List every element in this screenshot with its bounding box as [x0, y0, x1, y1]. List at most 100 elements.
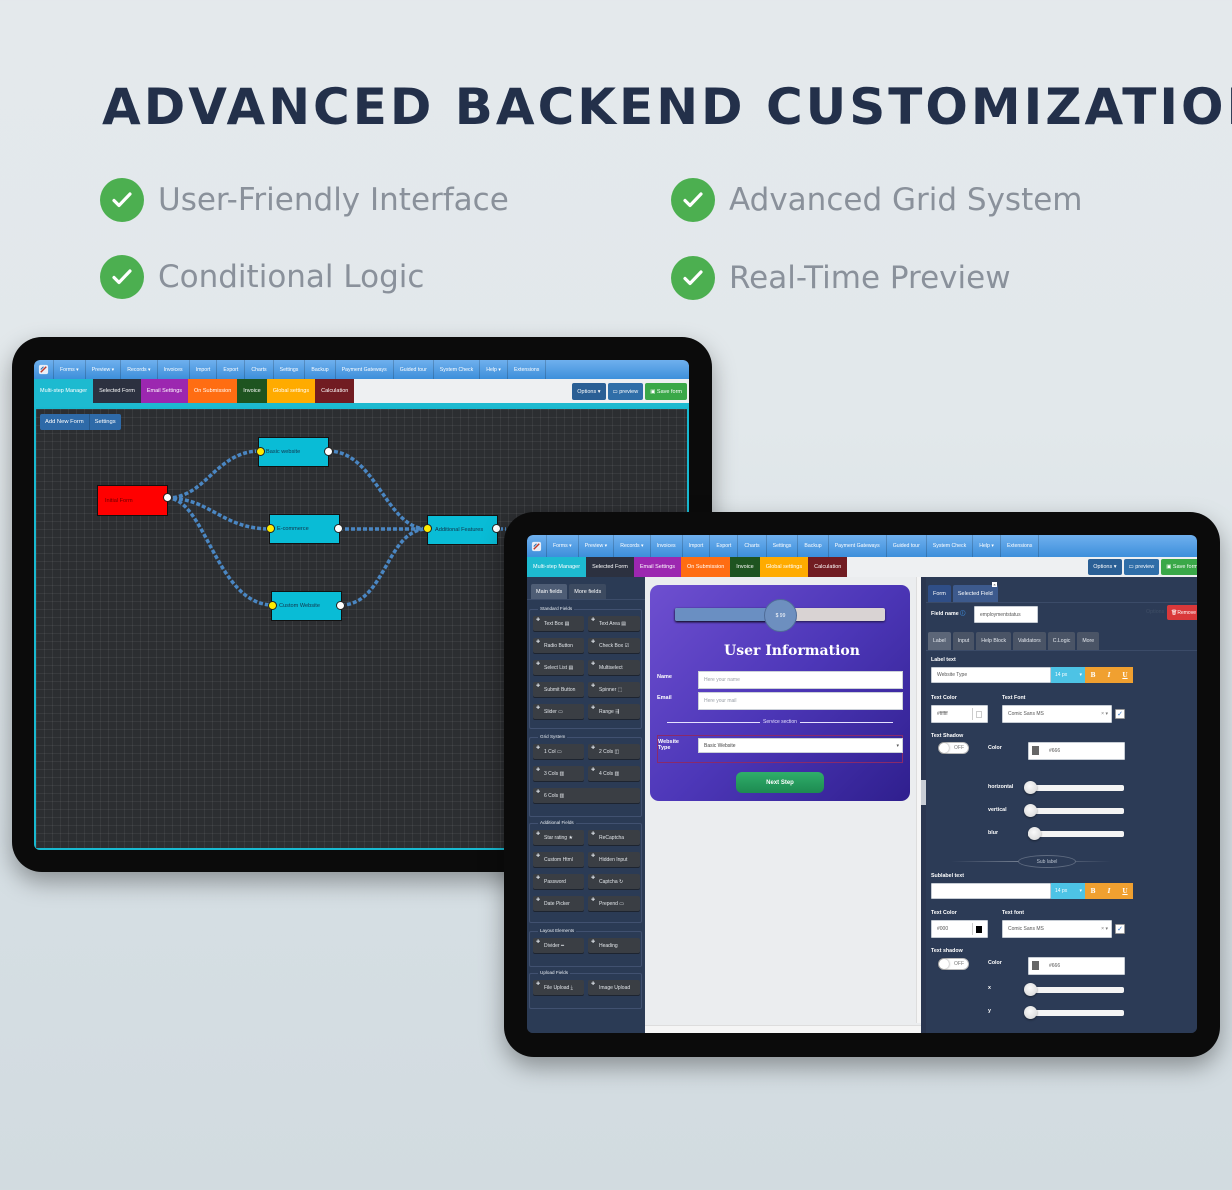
node-output-port[interactable]	[336, 601, 345, 610]
tab-c-logic[interactable]: C.Logic	[1047, 632, 1076, 650]
website-type-select[interactable]: Basic Website ▾	[698, 738, 903, 753]
tab-selected-form[interactable]: Selected Form	[93, 379, 141, 403]
nav-help[interactable]: Help ▾	[480, 360, 508, 379]
node-input-port[interactable]	[268, 601, 277, 610]
sub-font-checkbox[interactable]: ✓	[1115, 924, 1125, 934]
tab-calculation[interactable]: Calculation	[315, 379, 355, 403]
tab-invoice[interactable]: Invoice	[730, 557, 760, 577]
label-text-input[interactable]: Website Type	[931, 667, 1051, 683]
nav-charts[interactable]: Charts	[738, 535, 767, 557]
nav-import[interactable]: Import	[190, 360, 218, 379]
nav-export[interactable]: Export	[710, 535, 739, 557]
field-check-box[interactable]: Check Box ☑	[588, 638, 640, 653]
sub-underline-button[interactable]: U	[1117, 883, 1133, 899]
y-slider[interactable]	[1028, 1010, 1124, 1016]
field-divider[interactable]: Divider ━	[533, 938, 584, 953]
grid-2-cols[interactable]: 2 Cols ◫	[588, 744, 640, 759]
node-output-port[interactable]	[492, 524, 501, 533]
tab-on-submission[interactable]: On Submission	[188, 379, 238, 403]
field-date-picker[interactable]: Date Picker	[533, 896, 584, 911]
shadow-color-input[interactable]: #666	[1028, 742, 1125, 760]
nav-records[interactable]: Records ▾	[614, 535, 651, 557]
field-password[interactable]: Password	[533, 874, 584, 889]
node-e-commerce[interactable]: E-commerce	[269, 514, 340, 544]
node-output-port[interactable]	[324, 447, 333, 456]
nav-guided-tour[interactable]: Guided tour	[887, 535, 927, 557]
field-recaptcha[interactable]: ReCaptcha	[588, 830, 640, 845]
field-heading[interactable]: Heading	[588, 938, 640, 953]
app-logo[interactable]	[34, 360, 54, 379]
nav-records[interactable]: Records ▾	[121, 360, 158, 379]
field-submit-button[interactable]: Submit Button	[533, 682, 584, 697]
tab-on-submission[interactable]: On Submission	[681, 557, 731, 577]
nav-forms[interactable]: Forms ▾	[547, 535, 579, 557]
field-name-input[interactable]: employmentstatus	[974, 606, 1038, 623]
tab-help-block[interactable]: Help Block	[976, 632, 1012, 650]
options-button[interactable]: Options ▾	[1088, 559, 1122, 575]
name-input[interactable]: Here your name	[698, 671, 903, 689]
tab-more-fields[interactable]: More fields	[569, 584, 607, 599]
color-swatch[interactable]	[1032, 746, 1039, 755]
tab-selected-field[interactable]: Selected Field	[952, 585, 998, 602]
nav-preview[interactable]: Preview ▾	[579, 535, 615, 557]
text-shadow-toggle[interactable]: OFF	[938, 742, 969, 754]
nav-extensions[interactable]: Extensions	[508, 360, 547, 379]
nav-system-check[interactable]: System Check	[434, 360, 481, 379]
tab-form[interactable]: Form	[928, 585, 951, 602]
nav-payment-gateways[interactable]: Payment Gateways	[336, 360, 394, 379]
field-select-list[interactable]: Select List ▤	[533, 660, 584, 675]
horizontal-slider-knob[interactable]	[1024, 781, 1037, 794]
price-slider-knob[interactable]: $ 99	[764, 599, 797, 632]
node-output-port[interactable]	[334, 524, 343, 533]
email-input[interactable]: Here your mail	[698, 692, 903, 710]
tab-main-fields[interactable]: Main fields	[531, 584, 568, 599]
text-font-select[interactable]: Comic Sans MS × ▾	[1002, 705, 1112, 723]
node-custom-website[interactable]: Custom Website	[271, 591, 342, 621]
nav-payment-gateways[interactable]: Payment Gateways	[829, 535, 887, 557]
font-size-select[interactable]: 14 px ▾	[1051, 667, 1085, 683]
tab-email-settings[interactable]: Email Settings	[140, 379, 188, 403]
sub-font-size-select[interactable]: 14 px ▾	[1051, 883, 1085, 899]
node-basic-website[interactable]: Basic website	[258, 437, 329, 467]
node-initial-form[interactable]: Initial Form	[97, 485, 168, 516]
field-multiselect[interactable]: Multiselect	[588, 660, 640, 675]
field-custom-html[interactable]: Custom Html	[533, 852, 584, 867]
field-hidden-input[interactable]: Hidden Input	[588, 852, 640, 867]
nav-backup[interactable]: Backup	[305, 360, 336, 379]
nav-guided-tour[interactable]: Guided tour	[394, 360, 434, 379]
nav-settings[interactable]: Settings	[767, 535, 799, 557]
blur-slider-knob[interactable]	[1028, 827, 1041, 840]
x-slider-knob[interactable]	[1024, 983, 1037, 996]
field-range[interactable]: Range ⇶	[588, 704, 640, 719]
field-slider[interactable]: Slider ▭	[533, 704, 584, 719]
nav-preview[interactable]: Preview ▾	[86, 360, 122, 379]
blur-slider[interactable]	[1028, 831, 1124, 837]
nav-invoices[interactable]: Invoices	[651, 535, 683, 557]
field-spinner[interactable]: Spinner ⬚	[588, 682, 640, 697]
tab-label[interactable]: Label	[928, 632, 951, 650]
tab-validators[interactable]: Validators	[1013, 632, 1046, 650]
field-prepend[interactable]: Prepend ▭	[588, 896, 640, 911]
nav-charts[interactable]: Charts	[245, 360, 274, 379]
nav-backup[interactable]: Backup	[798, 535, 829, 557]
node-input-port[interactable]	[256, 447, 265, 456]
field-radio-button[interactable]: Radio Button	[533, 638, 584, 653]
tab-email-settings[interactable]: Email Settings	[633, 557, 681, 577]
color-swatch[interactable]	[1032, 961, 1039, 970]
bold-button[interactable]: B	[1085, 667, 1101, 683]
color-swatch[interactable]	[972, 708, 984, 720]
tab-more[interactable]: More	[1077, 632, 1100, 650]
tab-input[interactable]: Input	[952, 632, 975, 650]
font-checkbox[interactable]: ✓	[1115, 709, 1125, 719]
tab-multi-step-manager[interactable]: Multi-step Manager	[34, 379, 94, 403]
node-additional-features[interactable]: Additional Features	[427, 515, 498, 545]
y-slider-knob[interactable]	[1024, 1006, 1037, 1019]
field-captcha[interactable]: Captcha ↻	[588, 874, 640, 889]
x-slider[interactable]	[1028, 987, 1124, 993]
field-image-upload[interactable]: Image Upload	[588, 980, 640, 995]
field-text-area[interactable]: Text Area ▤	[588, 616, 640, 631]
grid-4-cols[interactable]: 4 Cols ▥	[588, 766, 640, 781]
nav-settings[interactable]: Settings	[274, 360, 306, 379]
field-star-rating[interactable]: Star rating ★	[533, 830, 584, 845]
sub-text-shadow-toggle[interactable]: OFF	[938, 958, 969, 970]
